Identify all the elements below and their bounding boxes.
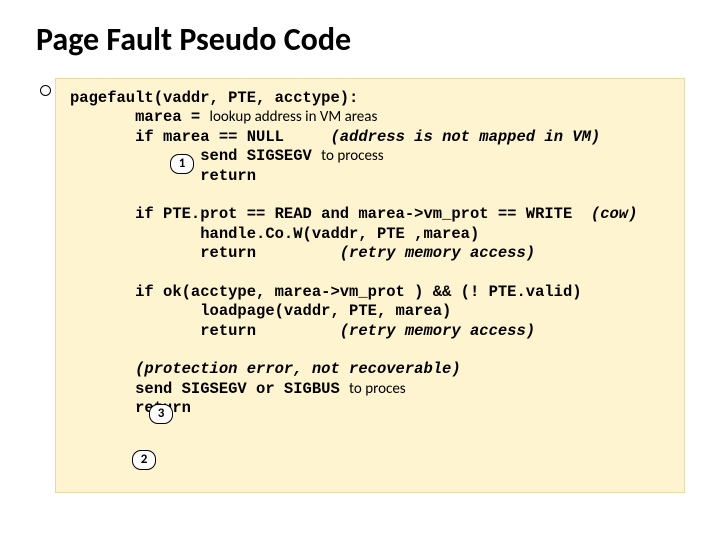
code-line: marea = — [70, 108, 210, 126]
code-line: send SIGSEGV or SIGBUS — [70, 380, 349, 398]
code-note: to proces — [349, 380, 406, 398]
code-line: if PTE.prot == READ and marea->vm_prot =… — [70, 205, 591, 223]
code-line: pagefault(vaddr, PTE, acctype): — [70, 89, 358, 107]
code-line: handle.Co.W(vaddr, PTE ,marea) — [70, 225, 479, 243]
callout-badge-3: 3 — [149, 404, 173, 424]
code-note: lookup address in VM areas — [210, 108, 378, 126]
code-note: (retry memory access) — [340, 322, 535, 340]
code-line: return — [70, 167, 256, 185]
code-line: if marea == NULL — [70, 128, 330, 146]
code-note: (protection error, not recoverable) — [70, 360, 461, 378]
code-line: return — [70, 322, 340, 340]
code-line: send SIGSEGV — [70, 147, 321, 165]
callout-badge-1: 1 — [170, 154, 194, 174]
code-line: loadpage(vaddr, PTE, marea) — [70, 302, 451, 320]
code-note: (retry memory access) — [340, 244, 535, 262]
code-panel: pagefault(vaddr, PTE, acctype): marea = … — [55, 78, 685, 493]
callout-badge-2: 2 — [132, 450, 156, 470]
page-title: Page Fault Pseudo Code — [0, 0, 720, 59]
slide: Page Fault Pseudo Code pagefault(vaddr, … — [0, 0, 720, 540]
code-content: pagefault(vaddr, PTE, acctype): marea = … — [56, 79, 684, 506]
code-line: if ok(acctype, marea->vm_prot ) && (! PT… — [70, 283, 582, 301]
code-note: (cow) — [591, 205, 638, 223]
bullet-icon — [40, 85, 51, 96]
code-line: return — [70, 244, 340, 262]
code-note: (address is not mapped in VM) — [330, 128, 600, 146]
code-note: to process — [321, 147, 384, 165]
